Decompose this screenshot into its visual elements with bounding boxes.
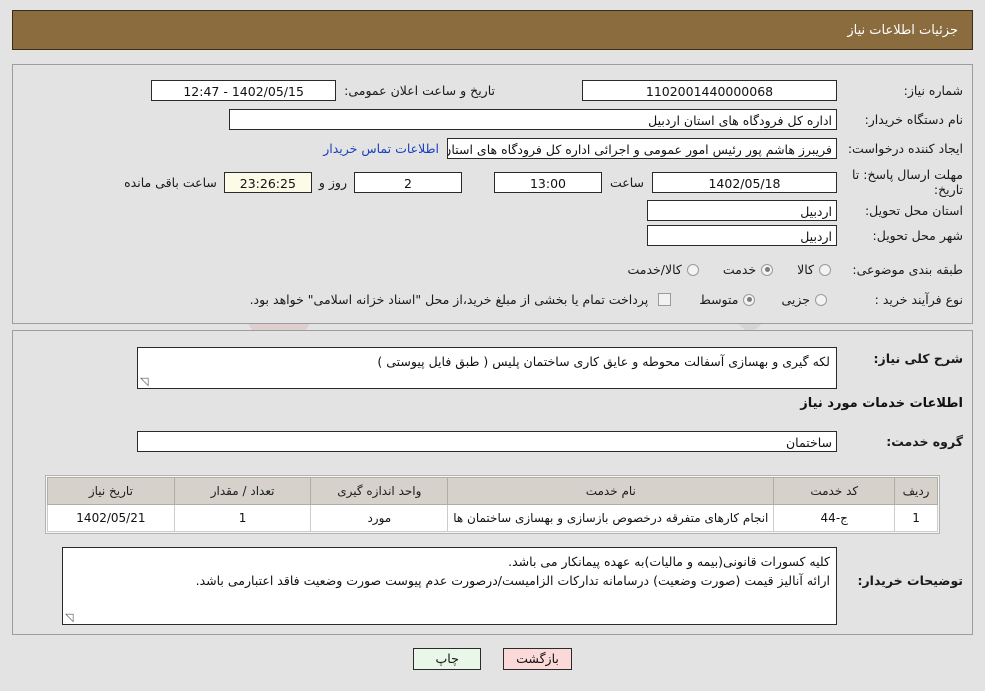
table-cell-qty: 1 — [173, 504, 312, 532]
delivery-city-label: شهر محل تحویل: — [872, 228, 963, 243]
table-header-date: تاریخ نیاز — [47, 477, 175, 505]
purchase-type-option-jozii[interactable]: جزیی — [781, 292, 827, 307]
category-label: طبقه بندی موضوعی: — [852, 262, 963, 277]
table-row: 1 ج-44 انجام کارهای متفرقه درخصوص بازساز… — [47, 504, 938, 532]
row-buyer-notes: توضیحات خریدار: کلیه کسورات قانونی(بیمه … — [62, 547, 963, 625]
row-purchase-type: نوع فرآیند خرید : جزیی متوسط پرداخت تمام… — [250, 292, 963, 307]
deadline-label: مهلت ارسال پاسخ: تا تاریخ: — [852, 167, 963, 197]
radio-icon-kala-khedmat[interactable] — [686, 263, 699, 276]
treasury-bonds-note: پرداخت تمام یا بخشی از مبلغ خرید،از محل … — [249, 292, 649, 307]
table-cell-unit: مورد — [310, 504, 449, 532]
buyer-notes-line-2: ارائه آنالیز قیمت (صورت وضعیت) درسامانه … — [195, 573, 830, 588]
row-announce-datetime: تاریخ و ساعت اعلان عمومی: 1402/05/15 - 1… — [151, 80, 495, 101]
row-need-number: شماره نیاز: 1102001440000068 — [582, 80, 963, 101]
table-header-unit: واحد اندازه گیری — [310, 477, 449, 505]
purchase-type-option-motavaset[interactable]: متوسط — [699, 292, 756, 307]
service-group-value: ساختمان — [137, 431, 837, 452]
delivery-province-label: استان محل تحویل: — [864, 203, 963, 218]
row-category: طبقه بندی موضوعی: کالا خدمت کالا/خدمت — [627, 262, 963, 277]
services-section-title: اطلاعات خدمات مورد نیاز — [800, 396, 963, 411]
resize-grip-icon[interactable]: ◸ — [65, 611, 75, 624]
table-header-code: کد خدمت — [773, 477, 896, 505]
table-cell-code: ج-44 — [773, 504, 896, 532]
deadline-days-value: 2 — [353, 171, 462, 193]
purchase-type-option-motavaset-label: متوسط — [699, 292, 739, 307]
table-cell-index: 1 — [894, 504, 938, 532]
row-delivery-province: استان محل تحویل: اردبیل — [647, 200, 963, 221]
table-header-name: نام خدمت — [447, 477, 775, 505]
radio-icon-kala[interactable] — [819, 263, 831, 276]
general-description-textarea[interactable]: لکه گیری و بهسازی آسفالت محوطه و عایق کا… — [137, 347, 837, 389]
requester-label: ایجاد کننده درخواست: — [847, 141, 963, 156]
deadline-time-label: ساعت — [609, 174, 644, 190]
purchase-type-option-jozii-label: جزیی — [781, 292, 810, 307]
buyer-org-value: اداره کل فرودگاه های استان اردبیل — [229, 109, 837, 130]
radio-icon-jozii[interactable] — [815, 293, 827, 306]
row-buyer-org: نام دستگاه خریدار: اداره کل فرودگاه های … — [229, 109, 963, 130]
treasury-bonds-checkbox[interactable] — [658, 293, 672, 306]
buyer-org-label: نام دستگاه خریدار: — [864, 112, 963, 127]
purchase-type-label: نوع فرآیند خرید : — [874, 292, 963, 307]
deadline-countdown-value: 23:26:25 — [223, 171, 312, 193]
row-delivery-city: شهر محل تحویل: اردبیل — [647, 225, 963, 246]
deadline-date-value: 1402/05/18 — [652, 171, 837, 193]
buyer-notes-label: توضیحات خریدار: — [857, 573, 963, 588]
deadline-days-label: روز و — [318, 174, 347, 190]
delivery-city-value: اردبیل — [647, 225, 837, 246]
category-option-kala-label: کالا — [797, 262, 814, 277]
category-option-kala-khedmat-label: کالا/خدمت — [627, 262, 682, 277]
table-cell-name: انجام کارهای متفرقه درخصوص بازسازی و بهس… — [447, 504, 775, 532]
row-service-group: گروه خدمت: ساختمان — [137, 431, 963, 452]
services-table-wrapper: ردیف کد خدمت نام خدمت واحد اندازه گیری ت… — [45, 475, 940, 534]
back-button[interactable]: بازگشت — [503, 648, 572, 670]
buyer-notes-textarea[interactable]: کلیه کسورات قانونی(بیمه و مالیات)به عهده… — [62, 547, 837, 625]
footer-button-bar: بازگشت چاپ — [0, 648, 985, 670]
table-header-index: ردیف — [894, 477, 938, 505]
table-header-qty: تعداد / مقدار — [173, 477, 312, 505]
delivery-province-value: اردبیل — [647, 200, 837, 221]
print-button[interactable]: چاپ — [413, 648, 482, 670]
announce-datetime-value: 1402/05/15 - 12:47 — [151, 80, 337, 101]
table-header-row: ردیف کد خدمت نام خدمت واحد اندازه گیری ت… — [47, 477, 938, 505]
radio-icon-khedmat[interactable] — [761, 263, 774, 276]
resize-grip-icon[interactable]: ◸ — [140, 375, 150, 388]
category-option-khedmat-label: خدمت — [722, 262, 757, 277]
need-number-label: شماره نیاز: — [903, 83, 963, 98]
requester-value: فریبرز هاشم پور رئیس امور عمومی و اجرائی… — [447, 138, 837, 159]
row-deadline: مهلت ارسال پاسخ: تا تاریخ: 1402/05/18 سا… — [124, 167, 963, 197]
table-cell-date: 1402/05/21 — [47, 504, 175, 532]
category-option-kala[interactable]: کالا — [797, 262, 831, 277]
page-title: جزئیات اطلاعات نیاز — [847, 22, 958, 38]
buyer-contact-link[interactable]: اطلاعات تماس خریدار — [323, 141, 439, 156]
deadline-time-value: 13:00 — [493, 171, 602, 193]
radio-icon-motavaset[interactable] — [743, 293, 756, 306]
general-description-value: لکه گیری و بهسازی آسفالت محوطه و عایق کا… — [377, 354, 830, 369]
row-requester: ایجاد کننده درخواست: فریبرز هاشم پور رئی… — [323, 138, 963, 159]
need-number-value: 1102001440000068 — [582, 80, 837, 101]
row-general-description: شرح کلی نیاز: لکه گیری و بهسازی آسفالت م… — [137, 347, 963, 389]
general-description-label: شرح کلی نیاز: — [873, 351, 963, 366]
services-table: ردیف کد خدمت نام خدمت واحد اندازه گیری ت… — [47, 477, 938, 532]
deadline-countdown-label: ساعت باقی مانده — [124, 174, 217, 190]
category-option-kala-khedmat[interactable]: کالا/خدمت — [627, 262, 699, 277]
category-option-khedmat[interactable]: خدمت — [722, 262, 774, 277]
service-group-label: گروه خدمت: — [886, 434, 963, 449]
announce-datetime-label: تاریخ و ساعت اعلان عمومی: — [344, 83, 495, 98]
buyer-notes-line-1: کلیه کسورات قانونی(بیمه و مالیات)به عهده… — [508, 554, 830, 569]
page-header: جزئیات اطلاعات نیاز — [12, 10, 973, 50]
